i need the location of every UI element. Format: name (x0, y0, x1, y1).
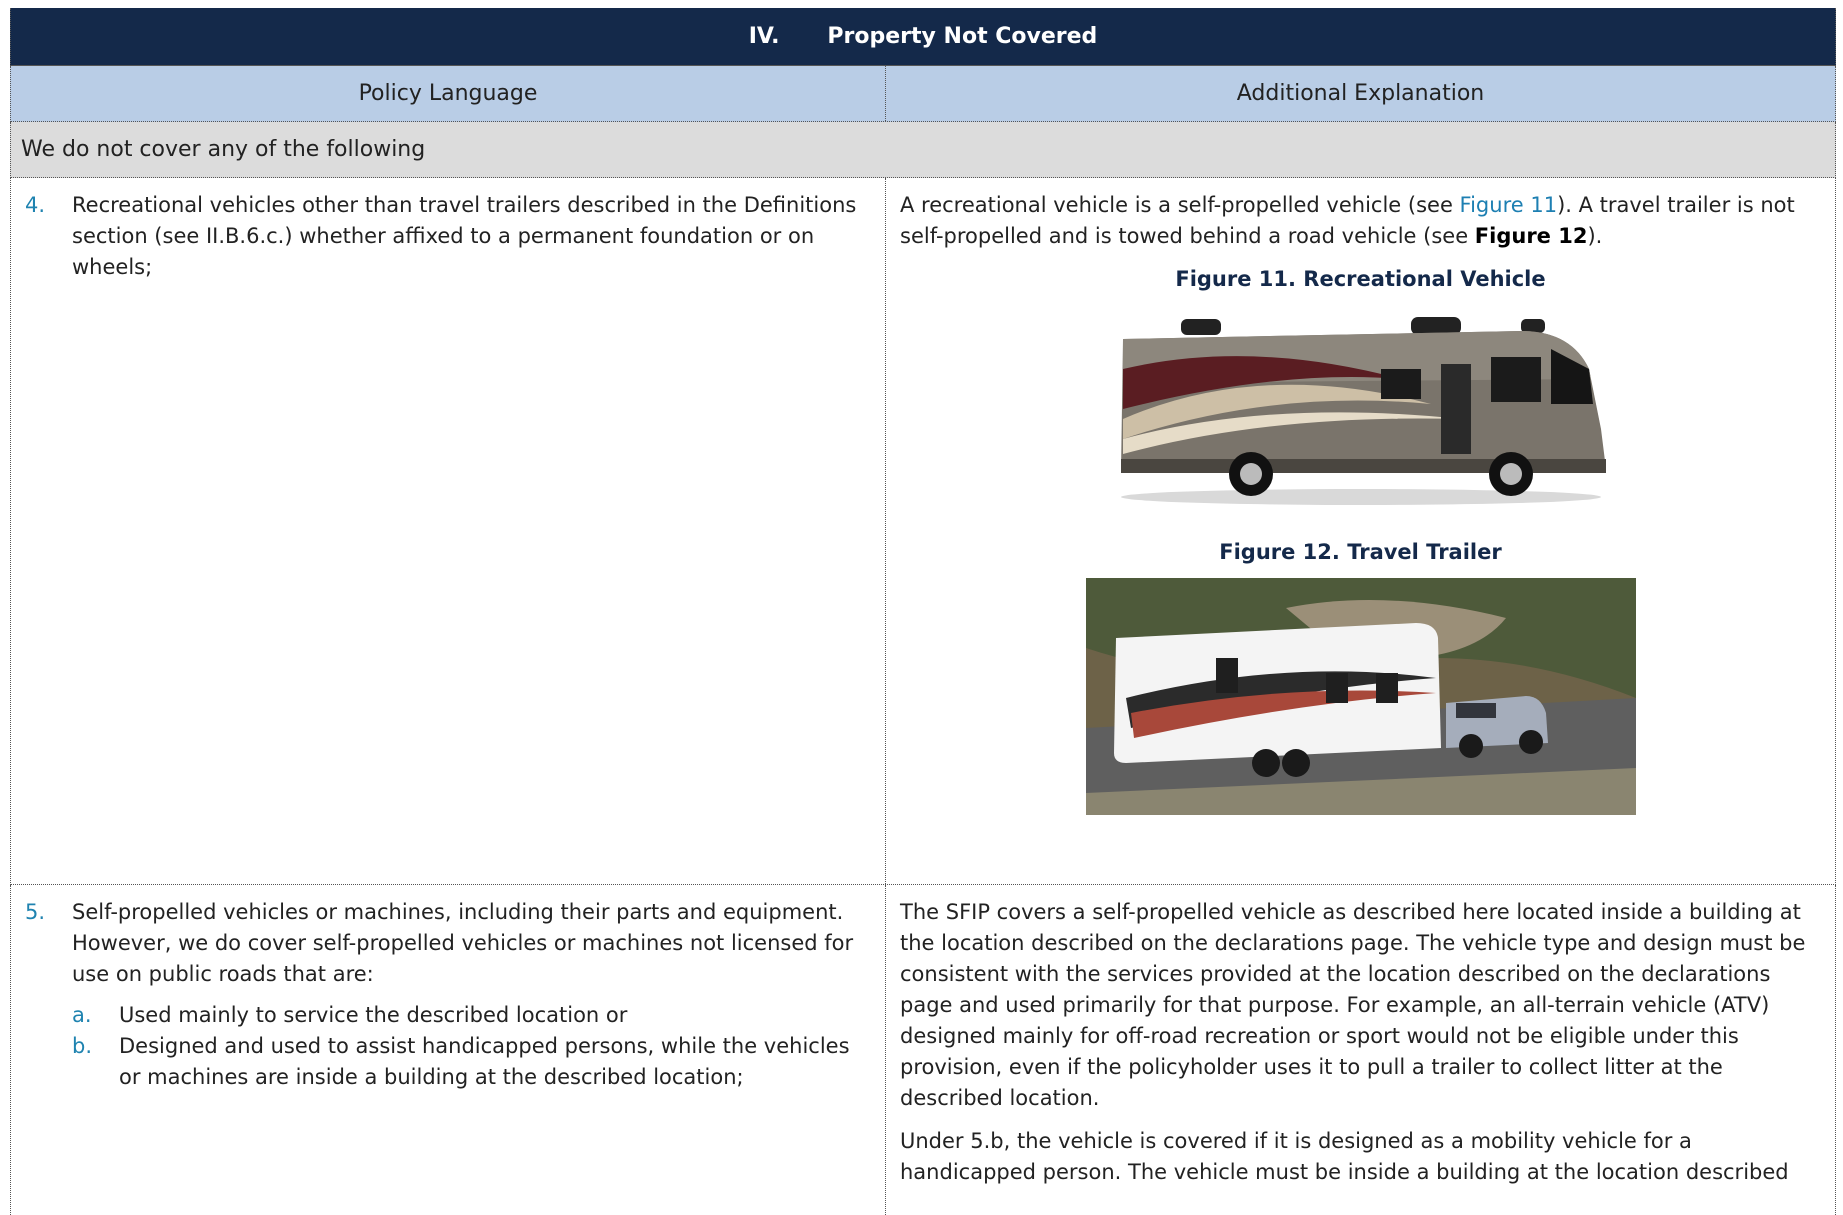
figure-12-caption: Figure 12. Travel Trailer (1219, 540, 1502, 564)
item-5-sub-b: b. Designed and used to assist handicapp… (72, 1031, 871, 1093)
coverage-table: IV. Property Not Covered Policy Language… (10, 8, 1836, 1215)
column-header-policy-language: Policy Language (11, 66, 886, 121)
explanation-text: A recreational vehicle is a self-propell… (900, 193, 1460, 217)
item-4-explanation-cell: A recreational vehicle is a self-propell… (886, 178, 1835, 884)
explanation-text: ). (1587, 224, 1603, 248)
item-5-label: 5. (25, 900, 46, 924)
item-5-text: Self-propelled vehicles or machines, inc… (72, 900, 854, 986)
item-5-row: 5. Self-propelled vehicles or machines, … (10, 885, 1836, 1215)
section-title: Property Not Covered (827, 24, 1098, 49)
column-headers: Policy Language Additional Explanation (10, 66, 1836, 122)
section-number: IV. (748, 24, 780, 49)
sub-a-label: a. (72, 1003, 92, 1027)
figure-11-caption: Figure 11. Recreational Vehicle (1175, 267, 1546, 291)
item-4-policy-cell: 4. Recreational vehicles other than trav… (11, 178, 886, 884)
sub-b-label: b. (72, 1034, 93, 1058)
item-5-policy-cell: 5. Self-propelled vehicles or machines, … (11, 885, 886, 1215)
item-4-row: 4. Recreational vehicles other than trav… (10, 178, 1836, 885)
item-4-label: 4. (25, 193, 46, 217)
item-5-sub-a: a. Used mainly to service the described … (72, 1000, 871, 1031)
recreational-vehicle-image (1120, 317, 1606, 505)
intro-text: We do not cover any of the following (21, 137, 426, 162)
figure-12-reference: Figure 12 (1474, 224, 1588, 248)
item-4-explanation: A recreational vehicle is a self-propell… (900, 190, 1821, 252)
column-header-additional-explanation: Additional Explanation (1236, 81, 1485, 106)
figure-11-link[interactable]: Figure 11 (1460, 193, 1558, 217)
item-5-explanation-paragraph-1: The SFIP covers a self-propelled vehicle… (900, 900, 1806, 1110)
item-5-explanation-cell: The SFIP covers a self-propelled vehicle… (886, 885, 1835, 1215)
sub-b-text: Designed and used to assist handicapped … (119, 1034, 850, 1089)
item-4-text: Recreational vehicles other than travel … (72, 193, 857, 279)
travel-trailer-image (1085, 578, 1636, 815)
item-5-explanation-paragraph-2: Under 5.b, the vehicle is covered if it … (900, 1129, 1789, 1184)
sub-a-text: Used mainly to service the described loc… (119, 1003, 628, 1027)
section-header: IV. Property Not Covered (10, 8, 1836, 66)
intro-row: We do not cover any of the following (10, 122, 1836, 178)
